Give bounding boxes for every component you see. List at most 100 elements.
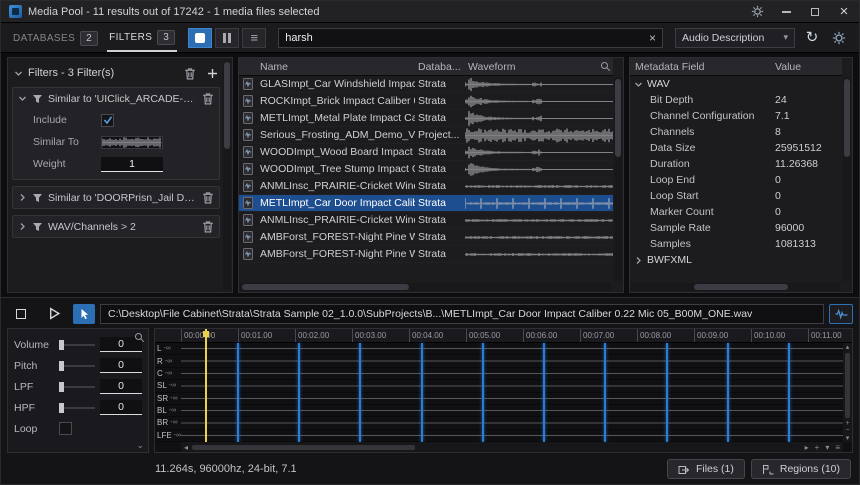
file-row[interactable]: WOODImpt_Wood Board Impact CStrata — [239, 144, 613, 161]
control-value[interactable]: 0 — [100, 400, 142, 415]
file-row[interactable]: ROCKImpt_Brick Impact Caliber 0.2Strata — [239, 93, 613, 110]
waveform-editor[interactable]: 00:00.0000:01.0000:02.0000:03.0000:04.00… — [154, 328, 853, 453]
maximize-button[interactable] — [808, 5, 822, 19]
control-value[interactable]: 0 — [100, 379, 142, 394]
channel-row: BL-∞ — [155, 405, 843, 417]
refresh-button[interactable]: ↻ — [802, 28, 822, 48]
metadata-row[interactable]: Bit Depth24 — [630, 92, 842, 108]
list-search-icon[interactable] — [597, 61, 613, 72]
view-panel-button[interactable] — [188, 28, 212, 48]
file-row[interactable]: Serious_Frosting_ADM_Demo_V23_Project... — [239, 127, 613, 144]
weight-input[interactable] — [101, 157, 163, 172]
add-marker-icon[interactable]: + — [815, 443, 820, 452]
file-row[interactable]: AMBForst_FOREST-Night Pine WinStrata — [239, 229, 613, 246]
chevron-right-icon[interactable] — [18, 222, 27, 231]
filter-card-header[interactable]: Similar to 'DOORPrisn_Jail Do... — [13, 187, 219, 208]
file-row[interactable]: AMBForst_FOREST-Night Pine WinStrata — [239, 246, 613, 263]
collapse-icon[interactable]: ▾ — [825, 443, 829, 452]
settings-gear-icon[interactable] — [750, 5, 764, 19]
chevron-down-icon[interactable] — [14, 69, 23, 78]
wave-hscrollbar[interactable]: ◂ ▸ + ▾ ≡ — [181, 442, 843, 452]
control-slider[interactable] — [59, 365, 95, 367]
delete-filter-button[interactable] — [202, 220, 214, 233]
toolbar-gear-button[interactable] — [829, 28, 849, 48]
column-header-value[interactable]: Value — [770, 61, 842, 73]
metadata-row[interactable]: Channels8 — [630, 124, 842, 140]
filters-scrollbar[interactable] — [223, 60, 231, 290]
filter-card-header[interactable]: WAV/Channels > 2 — [13, 216, 219, 237]
play-button[interactable] — [40, 303, 68, 324]
file-row[interactable]: ANMLInsc_PRAIRIE-Cricket Wind GStrata — [239, 212, 613, 229]
wave-vscrollbar[interactable]: ▴ + − ▾ — [843, 343, 852, 442]
file-row[interactable]: METLImpt_Car Door Impact CaliberStrata — [239, 195, 613, 212]
file-list-hscrollbar[interactable] — [240, 283, 611, 291]
scroll-right-icon[interactable]: ▸ — [805, 443, 809, 452]
wave-menu-icon[interactable]: ≡ — [835, 443, 840, 452]
timeline-ruler[interactable]: 00:00.0000:01.0000:02.0000:03.0000:04.00… — [155, 329, 852, 343]
file-row[interactable]: METLImpt_Metal Plate Impact CalilStrata — [239, 110, 613, 127]
metadata-row[interactable]: Duration11.26368 — [630, 156, 842, 172]
metadata-row[interactable]: Samples1081313 — [630, 236, 842, 252]
control-row-lpf: LPF0 — [14, 378, 142, 395]
metadata-row[interactable]: Loop Start0 — [630, 188, 842, 204]
view-list-button[interactable]: ≡ — [242, 28, 266, 48]
regions-button[interactable]: Regions (10) — [751, 459, 851, 479]
selection-tool-button[interactable] — [73, 304, 95, 324]
metadata-row[interactable]: Loop End0 — [630, 172, 842, 188]
stop-button[interactable] — [7, 303, 35, 324]
scroll-left-icon[interactable]: ◂ — [184, 443, 188, 452]
add-filter-button[interactable] — [207, 68, 218, 79]
zoom-out-icon[interactable]: − — [845, 427, 849, 434]
metadata-field: Sample Rate — [630, 222, 770, 234]
minimize-button[interactable] — [779, 5, 793, 19]
controls-scroll-down-icon[interactable]: ⌄ — [136, 440, 144, 451]
search-input[interactable] — [285, 32, 645, 44]
metadata-row[interactable]: Sample Rate96000 — [630, 220, 842, 236]
file-row[interactable]: ANMLInsc_PRAIRIE-Cricket Wind GStrata — [239, 178, 613, 195]
file-name: AMBForst_FOREST-Night Pine Win — [257, 231, 415, 243]
file-row[interactable]: WOODImpt_Tree Stump Impact CaStrata — [239, 161, 613, 178]
channel-level: -∞ — [170, 395, 177, 402]
audio-file-icon — [243, 231, 253, 243]
scroll-down-icon[interactable]: ▾ — [846, 434, 850, 442]
control-value[interactable]: 0 — [100, 358, 142, 373]
clear-search-icon[interactable]: × — [645, 32, 656, 44]
delete-filter-button[interactable] — [202, 191, 214, 204]
delete-all-filters-button[interactable] — [184, 67, 196, 80]
view-columns-button[interactable] — [215, 28, 239, 48]
chevron-right-icon[interactable] — [18, 193, 27, 202]
column-header-database[interactable]: Databa... — [415, 61, 465, 73]
zoom-in-icon[interactable]: + — [845, 420, 849, 427]
column-header-metadata-field[interactable]: Metadata Field — [630, 61, 770, 73]
waveform-fit-button[interactable] — [829, 304, 853, 324]
zoom-search-icon[interactable] — [134, 332, 145, 343]
control-slider[interactable] — [59, 386, 95, 388]
include-checkbox[interactable] — [101, 114, 114, 127]
chevron-down-icon[interactable] — [18, 94, 27, 103]
file-list-vscrollbar[interactable] — [614, 77, 622, 281]
delete-filter-button[interactable] — [202, 92, 214, 105]
tab-databases[interactable]: DATABASES 2 — [11, 23, 100, 52]
similar-to-waveform-thumb[interactable] — [101, 136, 163, 149]
metadata-row[interactable]: Channel Configuration7.1 — [630, 108, 842, 124]
search-scope-dropdown[interactable]: Audio Description ▾ — [675, 28, 795, 48]
metadata-row[interactable]: Marker Count0 — [630, 204, 842, 220]
metadata-group-row[interactable]: WAV — [630, 76, 842, 92]
metadata-vscrollbar[interactable] — [843, 77, 851, 281]
audio-file-icon — [243, 163, 253, 175]
control-slider[interactable] — [59, 407, 95, 409]
scroll-up-icon[interactable]: ▴ — [846, 343, 850, 351]
files-button[interactable]: Files (1) — [667, 459, 745, 479]
column-header-waveform[interactable]: Waveform — [465, 61, 597, 73]
file-path-field[interactable]: C:\Desktop\File Cabinet\Strata\Strata Sa… — [100, 304, 824, 324]
filter-card-header[interactable]: Similar to 'UIClick_ARCADE-Cli... — [13, 88, 219, 109]
column-header-name[interactable]: Name — [257, 61, 415, 73]
metadata-hscrollbar[interactable] — [631, 283, 840, 291]
tab-filters[interactable]: FILTERS 3 — [107, 23, 177, 52]
control-slider[interactable] — [59, 344, 95, 346]
metadata-row[interactable]: Data Size25951512 — [630, 140, 842, 156]
loop-checkbox[interactable] — [59, 422, 72, 435]
close-button[interactable]: × — [837, 5, 851, 19]
file-row[interactable]: GLASImpt_Car Windshield Impact (Strata — [239, 76, 613, 93]
metadata-group-row[interactable]: BWFXML — [630, 252, 842, 268]
